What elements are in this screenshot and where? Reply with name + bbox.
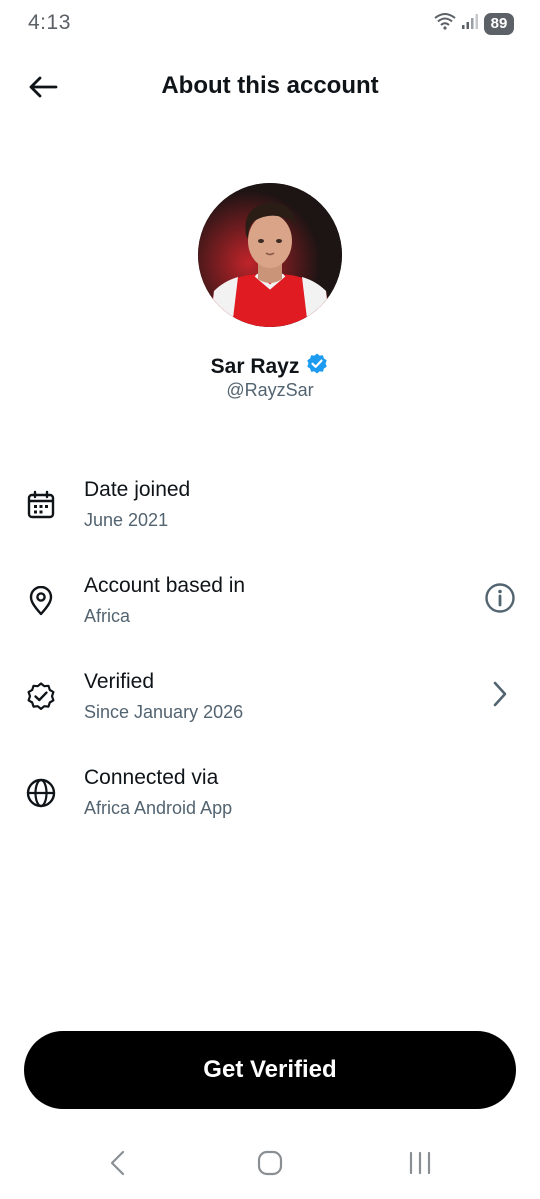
nav-back-icon	[109, 1150, 127, 1181]
nav-recents-icon	[407, 1150, 433, 1181]
display-name-row: Sar Rayz	[0, 352, 540, 381]
verified-badge-icon	[24, 680, 58, 714]
info-icon	[484, 582, 516, 619]
row-label: Connected via	[84, 766, 219, 789]
status-bar: 4:13 89	[0, 0, 540, 48]
system-nav-bar	[0, 1140, 540, 1190]
battery-indicator: 89	[484, 12, 514, 35]
row-label: Verified	[84, 670, 155, 693]
nav-home-button[interactable]	[250, 1148, 290, 1182]
location-pin-icon	[24, 584, 58, 618]
row-value: Africa Android App	[84, 798, 233, 818]
verified-details-button[interactable]	[482, 678, 518, 714]
row-value: Since January 2026	[84, 702, 244, 722]
info-row-account-based-in: Account based in Africa	[0, 570, 540, 650]
info-row-verified[interactable]: Verified Since January 2026	[0, 666, 540, 746]
about-account-screen: 4:13 89 About this account Sar Rayz @Ray…	[0, 0, 540, 1199]
signal-icon	[462, 12, 478, 35]
globe-icon	[24, 776, 58, 810]
nav-home-icon	[257, 1150, 283, 1181]
info-row-connected-via: Connected via Africa Android App	[0, 762, 540, 842]
verified-badge-icon[interactable]	[305, 352, 329, 381]
row-label: Date joined	[84, 478, 191, 501]
wifi-icon	[434, 12, 456, 35]
avatar[interactable]	[198, 183, 342, 327]
status-time: 4:13	[28, 11, 71, 34]
page-title: About this account	[161, 72, 379, 99]
handle: @RayzSar	[226, 380, 314, 400]
info-button[interactable]	[482, 582, 518, 618]
calendar-icon	[24, 488, 58, 522]
nav-recents-button[interactable]	[400, 1148, 440, 1182]
info-row-date-joined: Date joined June 2021	[0, 474, 540, 554]
chevron-right-icon	[490, 680, 510, 713]
row-value: Africa	[84, 606, 131, 626]
row-label: Account based in	[84, 574, 246, 597]
status-icons: 89	[434, 12, 514, 35]
nav-back-button[interactable]	[98, 1148, 138, 1182]
get-verified-button[interactable]: Get Verified	[24, 1031, 516, 1109]
row-value: June 2021	[84, 510, 169, 530]
display-name: Sar Rayz	[210, 354, 300, 378]
